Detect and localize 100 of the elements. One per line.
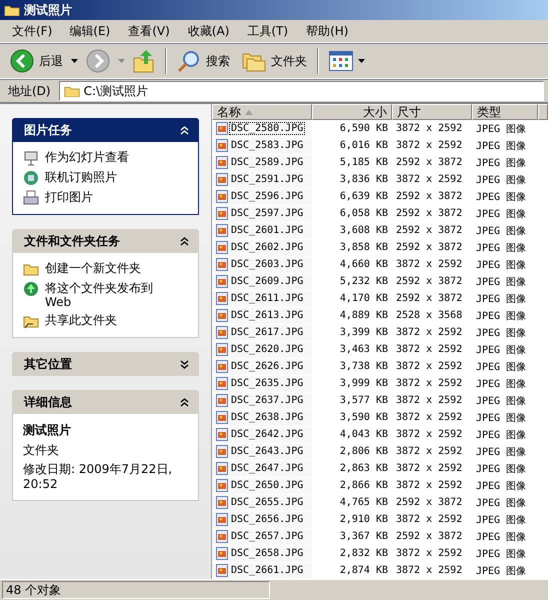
task-link[interactable]: 共享此文件夹	[23, 313, 188, 329]
file-type: JPEG 图像	[475, 208, 528, 220]
file-size: 3,999 KB	[338, 378, 389, 389]
file-size: 2,910 KB	[338, 514, 389, 525]
image-file-icon	[216, 564, 228, 577]
file-size: 4,660 KB	[338, 259, 389, 270]
image-file-icon	[216, 547, 228, 560]
task-pane-header[interactable]: 其它位置	[12, 352, 199, 376]
collapse-chevron-icon[interactable]	[180, 398, 189, 406]
dropdown-caret-icon[interactable]	[71, 59, 78, 63]
file-type: JPEG 图像	[475, 292, 528, 306]
file-type: JPEG 图像	[475, 276, 528, 288]
file-size: 2,832 KB	[338, 548, 389, 559]
image-file-icon	[216, 122, 228, 135]
file-size: 3,463 KB	[338, 344, 389, 355]
folder-name: 测试照片	[23, 422, 72, 439]
task-pane-header[interactable]: 图片任务	[12, 118, 199, 142]
task-pane-header[interactable]: 详细信息	[12, 390, 199, 414]
menu-item[interactable]: 编辑(E)	[62, 20, 118, 42]
file-size: 4,043 KB	[338, 429, 389, 440]
image-file-icon	[216, 309, 228, 322]
file-type: JPEG 图像	[475, 530, 528, 544]
column-header[interactable]: 大小	[312, 104, 392, 120]
menu-item[interactable]: 收藏(A)	[180, 20, 236, 42]
task-link[interactable]: 将这个文件夹发布到 Web	[23, 281, 188, 309]
menu-item[interactable]: 查看(V)	[121, 20, 177, 42]
window-title: 测试照片	[24, 2, 72, 18]
menu-item[interactable]: 帮助(H)	[299, 20, 356, 42]
file-type: JPEG 图像	[475, 156, 528, 170]
image-dimensions: 3872 x 2592	[395, 412, 464, 423]
image-file-icon	[216, 513, 228, 526]
file-type: JPEG 图像	[475, 480, 528, 492]
menu-item[interactable]: 工具(T)	[240, 20, 296, 42]
file-size: 3,738 KB	[338, 361, 389, 372]
task-pane-header[interactable]: 文件和文件夹任务	[12, 229, 199, 253]
image-dimensions: 3872 x 2592	[395, 565, 464, 576]
file-type: JPEG 图像	[475, 242, 528, 254]
image-dimensions: 2592 x 3872	[395, 242, 464, 253]
image-dimensions: 3872 x 2592	[395, 446, 464, 457]
task-link[interactable]: 创建一个新文件夹	[23, 261, 188, 277]
file-size: 2,863 KB	[338, 463, 389, 474]
menu-item[interactable]: 文件(F)	[6, 20, 58, 42]
file-size: 2,866 KB	[338, 480, 389, 491]
globe-photo-icon	[23, 170, 39, 186]
file-type: JPEG 图像	[475, 344, 528, 356]
file-size: 2,874 KB	[338, 565, 389, 576]
image-file-icon	[216, 462, 228, 475]
column-header[interactable]: 名称	[212, 104, 312, 120]
column-header[interactable]	[538, 104, 548, 120]
image-file-icon	[216, 360, 228, 373]
image-dimensions: 3872 x 2592	[395, 123, 464, 134]
file-type: JPEG 图像	[475, 360, 528, 374]
image-file-icon	[216, 156, 228, 169]
projector-screen-icon	[23, 150, 39, 166]
file-type: JPEG 图像	[475, 326, 528, 340]
image-dimensions: 2592 x 3872	[395, 157, 464, 168]
file-size: 6,639 KB	[338, 191, 389, 202]
image-file-icon	[216, 241, 228, 254]
file-size: 6,058 KB	[338, 208, 389, 219]
task-link[interactable]: 打印图片	[23, 190, 188, 206]
image-file-icon	[216, 224, 228, 237]
image-file-icon	[216, 275, 228, 288]
file-type: JPEG 图像	[475, 174, 528, 186]
image-dimensions: 3872 x 2592	[395, 361, 464, 372]
file-type: JPEG 图像	[475, 428, 528, 442]
task-link[interactable]: 联机订购照片	[23, 170, 188, 186]
file-type: JPEG 图像	[475, 224, 528, 238]
image-file-icon	[216, 479, 228, 492]
file-size: 3,399 KB	[338, 327, 389, 338]
column-header[interactable]: 尺寸	[392, 104, 472, 120]
image-dimensions: 3872 x 2592	[395, 480, 464, 491]
dropdown-caret-icon	[358, 59, 365, 63]
file-type: JPEG 图像	[475, 548, 528, 560]
image-dimensions: 2592 x 3872	[395, 293, 464, 304]
folders-button[interactable]: 文件夹	[238, 48, 311, 74]
file-size: 6,590 KB	[338, 123, 389, 134]
address-field[interactable]: C:\测试照片	[58, 81, 544, 101]
task-link[interactable]: 作为幻灯片查看	[23, 150, 188, 166]
image-file-icon	[216, 139, 228, 152]
file-type: JPEG 图像	[475, 564, 528, 578]
image-file-icon	[216, 326, 228, 339]
file-type: JPEG 图像	[475, 140, 528, 152]
file-type: JPEG 图像	[475, 462, 528, 476]
file-type: JPEG 图像	[475, 514, 528, 526]
collapse-chevron-icon[interactable]	[180, 236, 189, 246]
modified-date: 修改日期: 2009年7月22日, 20:52	[23, 462, 174, 492]
expand-chevron-icon[interactable]	[180, 360, 189, 368]
file-type: JPEG 图像	[475, 378, 528, 390]
file-size: 4,889 KB	[338, 310, 389, 321]
image-dimensions: 3872 x 2592	[395, 463, 464, 474]
image-dimensions: 2592 x 3872	[395, 191, 464, 202]
image-file-icon	[216, 343, 228, 356]
image-file-icon	[216, 394, 228, 407]
file-size: 4,765 KB	[338, 497, 389, 508]
sort-arrow-icon	[245, 110, 253, 114]
image-dimensions: 3872 x 2592	[395, 327, 464, 338]
search-icon	[177, 49, 201, 73]
search-button[interactable]: 搜索	[173, 47, 234, 75]
column-header[interactable]: 类型	[472, 104, 538, 120]
back-button[interactable]: 后退	[6, 47, 67, 75]
